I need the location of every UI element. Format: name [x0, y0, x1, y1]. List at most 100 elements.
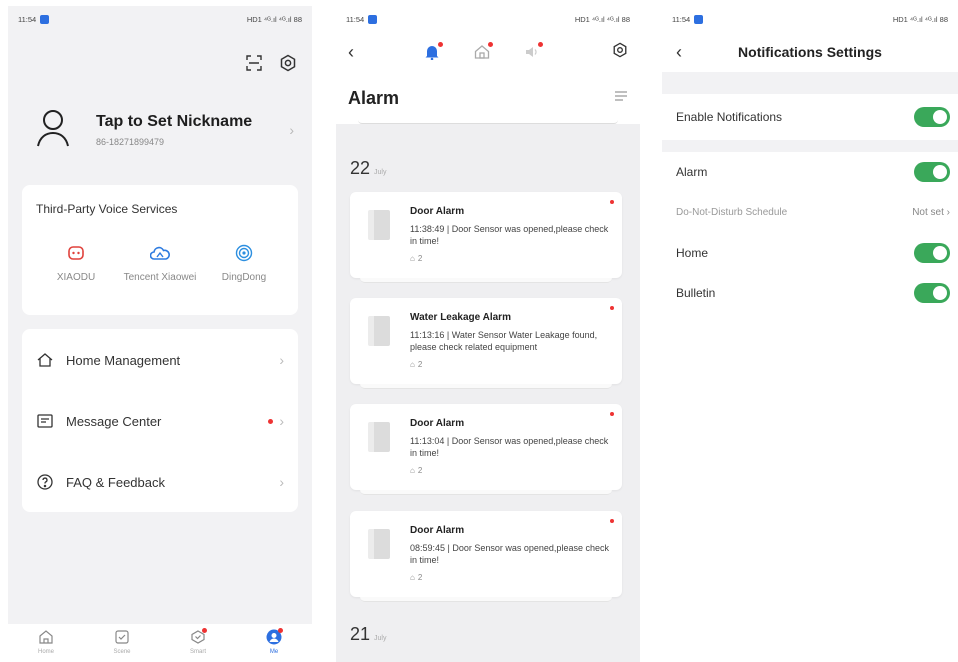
smart-tab-icon: [178, 628, 218, 646]
chevron-right-icon: ›: [279, 413, 284, 429]
dingdong-icon: [204, 243, 284, 263]
dnd-schedule-row[interactable]: Do-Not-Disturb Schedule Not set ›: [676, 199, 950, 225]
unread-badge: [538, 42, 543, 47]
alarm-title: Door Alarm: [410, 418, 465, 429]
bulletin-speaker-icon[interactable]: [522, 42, 543, 62]
notification-settings-screen: 11:54 HD1 ⁴ᴳ.ıl ⁴ᴳ.ıl 88 Notifications S…: [662, 6, 958, 662]
home-number: 2: [417, 466, 423, 475]
unread-dot: [610, 200, 614, 204]
tab-me[interactable]: Me: [254, 628, 294, 655]
alarm-toggle[interactable]: [914, 162, 950, 182]
tencent-icon: [120, 243, 200, 263]
nickname: Tap to Set Nickname: [96, 113, 253, 130]
phone-number: 86-18271899479: [96, 137, 165, 147]
tab-home[interactable]: Home: [26, 628, 66, 655]
status-time: 11:54: [346, 14, 365, 24]
alarm-title: Water Leakage Alarm: [410, 312, 511, 323]
home-small-icon: ⌂: [410, 573, 415, 582]
home-small-icon: ⌂: [410, 254, 415, 263]
setting-label: Bulletin: [676, 286, 716, 300]
home-small-icon: ⌂: [410, 466, 415, 475]
alarm-card[interactable]: Door Alarm 11:38:49 | Door Sensor was op…: [350, 192, 622, 283]
service-dingdong[interactable]: DingDong: [204, 243, 284, 284]
scene-tab-icon: [102, 628, 142, 646]
status-bar: 11:54 HD1 ⁴ᴳ.ıl ⁴ᴳ.ıl 88: [336, 6, 640, 32]
door-sensor-thumbnail: [368, 422, 390, 452]
setting-label: Home: [676, 246, 709, 260]
app-notification-icon: [368, 14, 378, 24]
alarm-screen: 11:54 HD1 ⁴ᴳ.ıl ⁴ᴳ.ıl 88 ‹ Alarm 22 July…: [336, 6, 640, 662]
enable-notifications-row: Enable Notifications: [676, 104, 950, 130]
service-label: Tencent Xiaowei: [123, 272, 197, 283]
status-time: 11:54: [672, 14, 691, 24]
app-notification-icon: [40, 14, 50, 24]
alarm-card[interactable]: Water Leakage Alarm 11:13:16 | Water Sen…: [350, 298, 622, 389]
bulletin-setting-row: Bulletin: [676, 280, 950, 306]
bottom-tab-bar: Home Scene Smart Me: [8, 624, 312, 662]
notification-settings-icon[interactable]: [612, 42, 628, 63]
xiaodu-icon: [36, 243, 116, 263]
status-bar: 11:54 HD1 ⁴ᴳ.ıl ⁴ᴳ.ıl 88: [8, 6, 312, 32]
message-icon: [36, 412, 54, 430]
menu-message-center[interactable]: Message Center ›: [36, 406, 284, 436]
unread-badge: [438, 42, 443, 47]
home-tab-icon: [26, 628, 66, 646]
home-small-icon: ⌂: [410, 360, 415, 369]
stacked-card-edge: [360, 278, 612, 283]
menu-card: Home Management › Message Center › FAQ &…: [22, 329, 298, 512]
unread-dot: [610, 412, 614, 416]
help-icon: [36, 473, 54, 491]
previous-card-edge: [358, 120, 618, 124]
stacked-card-edge: [360, 597, 612, 602]
page-title: Alarm: [348, 87, 400, 108]
home-toggle[interactable]: [914, 243, 950, 263]
service-label: XIAODU: [56, 272, 96, 283]
page-title: Notifications Settings: [738, 44, 882, 60]
tab-scene[interactable]: Scene: [102, 628, 142, 655]
avatar-icon: [36, 108, 76, 152]
bulletin-toggle[interactable]: [914, 283, 950, 303]
alarm-description: 11:13:16 | Water Sensor Water Leakage fo…: [410, 330, 598, 352]
home-setting-row: Home: [676, 240, 950, 266]
alarm-card[interactable]: Door Alarm 08:59:45 | Door Sensor was op…: [350, 511, 622, 602]
dnd-value-text: Not set: [912, 206, 944, 218]
alarm-title: Door Alarm: [410, 206, 465, 217]
service-xiaodu[interactable]: XIAODU: [36, 243, 116, 284]
voice-services-title: Third-Party Voice Services: [36, 202, 178, 216]
scan-icon[interactable]: [244, 53, 264, 73]
filter-list-icon[interactable]: [614, 89, 628, 107]
profile-row[interactable]: Tap to Set Nickname 86-18271899479 ›: [36, 102, 294, 158]
status-right: HD1 ⁴ᴳ.ıl ⁴ᴳ.ıl 88: [892, 14, 948, 24]
chevron-right-icon: ›: [289, 122, 294, 138]
home-message-icon[interactable]: [472, 42, 493, 62]
enable-notifications-toggle[interactable]: [914, 107, 950, 127]
enable-notifications-block: Enable Notifications: [662, 94, 958, 140]
date-group-header: 21 July: [350, 624, 386, 645]
alarm-home: ⌂ 2: [410, 254, 422, 263]
settings-gear-icon[interactable]: [278, 53, 298, 73]
notification-types-block: Alarm Do-Not-Disturb Schedule Not set › …: [662, 152, 958, 662]
unread-dot: [610, 306, 614, 310]
menu-home-management[interactable]: Home Management ›: [36, 345, 284, 375]
setting-label: Alarm: [676, 165, 708, 179]
alarm-nav-bar: ‹: [336, 32, 640, 72]
stacked-card-edge: [360, 384, 612, 389]
back-arrow-icon[interactable]: ‹: [676, 42, 682, 63]
alarm-title: Door Alarm: [410, 525, 465, 536]
door-sensor-thumbnail: [368, 210, 390, 240]
alarm-home: ⌂ 2: [410, 466, 422, 475]
back-arrow-icon[interactable]: ‹: [348, 42, 354, 63]
stacked-card-edge: [360, 490, 612, 495]
menu-faq-feedback[interactable]: FAQ & Feedback ›: [36, 467, 284, 497]
setting-label: Enable Notifications: [676, 110, 783, 124]
tab-badge: [202, 628, 207, 633]
tab-smart[interactable]: Smart: [178, 628, 218, 655]
service-label: DingDong: [221, 272, 267, 283]
home-number: 2: [417, 254, 423, 263]
service-tencent[interactable]: Tencent Xiaowei: [120, 243, 200, 284]
tab-label: Home: [37, 649, 54, 655]
tab-label: Me: [269, 649, 279, 655]
alarm-bell-icon[interactable]: [422, 42, 443, 62]
menu-label: Message Center: [66, 413, 162, 429]
alarm-card[interactable]: Door Alarm 11:13:04 | Door Sensor was op…: [350, 404, 622, 495]
